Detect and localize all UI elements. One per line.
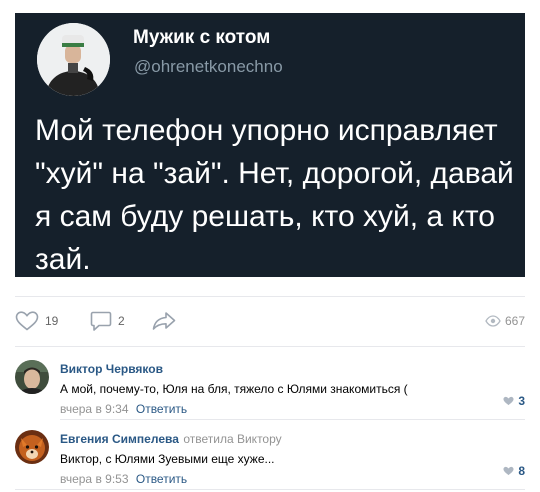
comment-time[interactable]: вчера в 9:34	[60, 402, 129, 416]
divider	[15, 489, 525, 490]
divider	[15, 346, 525, 347]
comment-time[interactable]: вчера в 9:53	[60, 472, 129, 486]
heart-icon	[503, 396, 514, 406]
comment-text: Виктор, с Юлями Зуевыми еще хуже...	[60, 452, 275, 466]
divider	[60, 419, 525, 420]
avatar[interactable]	[15, 360, 49, 394]
like-count: 19	[45, 314, 59, 328]
tweet-image[interactable]: Мужик с котом @ohrenetkonechno Мой телеф…	[15, 13, 525, 277]
comment-like-button[interactable]: 3	[503, 394, 525, 408]
reply-button[interactable]: Ответить	[136, 472, 187, 486]
comment: Евгения Симпелева ответила Виктору Викто…	[15, 430, 525, 486]
eye-icon	[485, 315, 501, 327]
comment-author[interactable]: Виктор Червяков	[60, 362, 163, 376]
comment-author[interactable]: Евгения Симпелева	[60, 432, 179, 446]
divider	[15, 296, 525, 297]
reply-button[interactable]: Ответить	[136, 402, 187, 416]
comment-like-button[interactable]: 8	[503, 464, 525, 478]
heart-icon	[503, 466, 514, 476]
comment: Виктор Червяков А мой, почему-то, Юля на…	[15, 360, 525, 416]
share-button[interactable]	[152, 306, 176, 336]
comment-meta: вчера в 9:34 Ответить	[60, 402, 525, 416]
reply-to-label[interactable]: ответила Виктору	[183, 432, 281, 446]
like-button[interactable]: 19	[15, 306, 58, 336]
comment-meta: вчера в 9:53 Ответить	[60, 472, 525, 486]
tweet-author-name: Мужик с котом	[133, 27, 271, 48]
views-counter: 667	[485, 306, 525, 336]
comment-body: Виктор Червяков А мой, почему-то, Юля на…	[60, 360, 525, 416]
comment-text: А мой, почему-то, Юля на бля, тяжело с Ю…	[60, 382, 408, 396]
avatar[interactable]	[15, 430, 49, 464]
tweet-text: Мой телефон упорно исправляет "хуй" на "…	[35, 114, 514, 276]
comment-like-count: 8	[518, 464, 525, 478]
comment-body: Евгения Симпелева ответила Виктору Викто…	[60, 430, 525, 486]
comment-icon	[90, 311, 112, 331]
comment-count: 2	[118, 314, 125, 328]
tweet-author-handle: @ohrenetkonechno	[134, 57, 283, 76]
heart-icon	[15, 311, 39, 331]
post-actions: 19 2 667	[15, 306, 525, 336]
share-icon	[152, 312, 176, 330]
views-count: 667	[504, 314, 525, 328]
comment-button[interactable]: 2	[90, 306, 125, 336]
comment-like-count: 3	[518, 394, 525, 408]
tweet-avatar	[37, 23, 110, 96]
